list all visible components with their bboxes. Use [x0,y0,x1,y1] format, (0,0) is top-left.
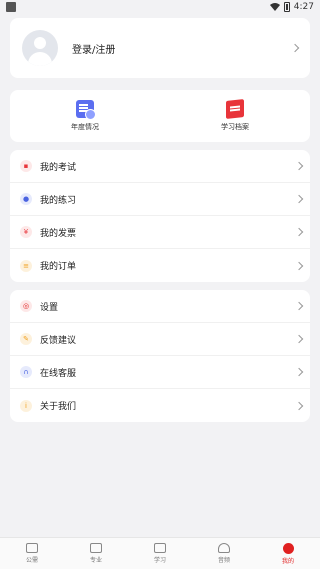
tab-public[interactable]: 公需 [0,538,64,569]
info-icon: i [20,399,32,412]
user-icon [282,542,294,554]
chevron-right-icon [294,161,304,171]
annual-status-link[interactable]: 年度情况 [10,90,160,142]
bottom-tab-bar: 公需 专业 学习 音频 我的 [0,537,320,569]
login-card[interactable]: 登录/注册 [10,18,310,78]
menu-item-online-service[interactable]: ∩ 在线客服 [10,356,310,389]
chevron-right-icon [294,194,304,204]
menu-item-my-orders[interactable]: ≡ 我的订单 [10,249,310,282]
tab-mine[interactable]: 我的 [256,538,320,569]
menu-item-settings[interactable]: ◎ 设置 [10,290,310,323]
chevron-right-icon [290,43,300,53]
menu-item-my-exams[interactable]: ▪ 我的考试 [10,150,310,183]
feedback-icon: ✎ [20,333,32,345]
menu-item-my-invoices[interactable]: ¥ 我的发票 [10,216,310,249]
study-archive-link[interactable]: 学习档案 [160,90,310,142]
headset-icon: ∩ [20,366,32,378]
avatar [22,30,58,66]
invoice-icon: ¥ [20,226,32,238]
chevron-right-icon [294,227,304,237]
battery-icon [283,2,290,12]
status-bar: 4:27 [0,0,320,14]
chart-icon [90,543,102,553]
monitor-icon [26,543,38,553]
wifi-icon [269,3,280,11]
archive-file-icon [226,99,244,119]
menu-group-1: ▪ 我的考试 ● 我的练习 ¥ 我的发票 ≡ 我的订单 [10,150,310,282]
tab-audio[interactable]: 音频 [192,538,256,569]
menu-group-2: ◎ 设置 ✎ 反馈建议 ∩ 在线客服 i 关于我们 [10,290,310,422]
status-time: 4:27 [293,2,314,12]
settings-icon: ◎ [20,300,32,312]
notification-icon [6,2,16,12]
book-icon [154,543,166,553]
practice-icon: ● [20,193,32,205]
chevron-right-icon [294,401,304,410]
chevron-right-icon [294,367,304,377]
headphones-icon [218,543,230,553]
calendar-check-icon [76,100,96,120]
chevron-right-icon [294,334,304,344]
chevron-right-icon [294,261,304,270]
menu-item-about-us[interactable]: i 关于我们 [10,389,310,422]
menu-item-my-practice[interactable]: ● 我的练习 [10,183,310,216]
tab-study[interactable]: 学习 [128,538,192,569]
exam-icon: ▪ [20,160,32,172]
login-register-label: 登录/注册 [72,44,116,56]
order-icon: ≡ [20,259,32,272]
chevron-right-icon [294,301,304,311]
tab-professional[interactable]: 专业 [64,538,128,569]
quick-links: 年度情况 学习档案 [10,90,310,142]
menu-item-feedback[interactable]: ✎ 反馈建议 [10,323,310,356]
